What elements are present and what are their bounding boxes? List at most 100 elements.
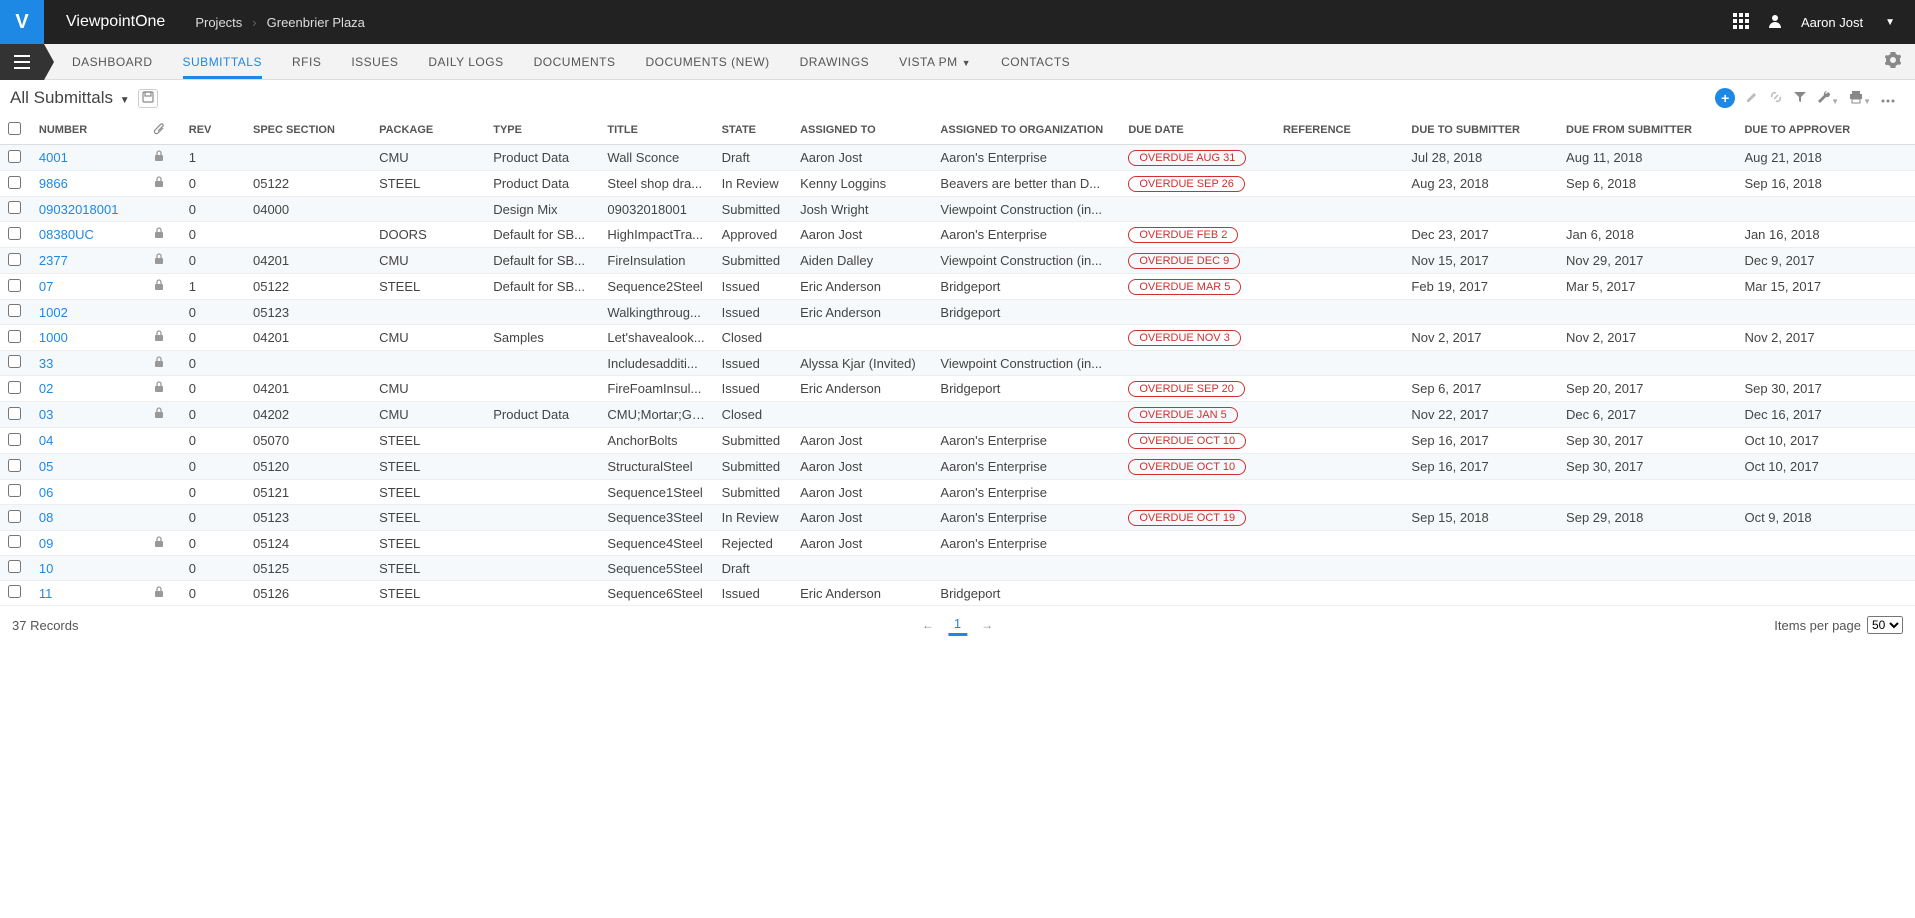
- table-row[interactable]: 06005121STEELSequence1SteelSubmittedAaro…: [0, 480, 1915, 505]
- page-title[interactable]: All Submittals ▼: [10, 88, 130, 108]
- cell-number[interactable]: 4001: [31, 145, 145, 171]
- tab-vista-pm[interactable]: VISTA PM▼: [899, 45, 971, 79]
- table-row[interactable]: 09032018001004000Design Mix09032018001Su…: [0, 197, 1915, 222]
- breadcrumb-projects[interactable]: Projects: [195, 15, 242, 30]
- col-attachment[interactable]: [145, 116, 181, 145]
- col-due[interactable]: DUE DATE: [1120, 116, 1275, 145]
- link-icon[interactable]: [1769, 90, 1783, 107]
- apps-icon[interactable]: [1733, 13, 1749, 32]
- select-all-checkbox[interactable]: [8, 122, 21, 135]
- cell-number[interactable]: 09032018001: [31, 197, 145, 222]
- cell-number[interactable]: 03: [31, 402, 145, 428]
- cell-number[interactable]: 2377: [31, 248, 145, 274]
- chevron-down-icon[interactable]: ▼: [1885, 17, 1895, 28]
- cell-number[interactable]: 07: [31, 274, 145, 300]
- table-wrapper[interactable]: NUMBER REV SPEC SECTION PACKAGE TYPE TIT…: [0, 116, 1915, 606]
- gear-icon[interactable]: [1885, 52, 1901, 71]
- cell-number[interactable]: 02: [31, 376, 145, 402]
- table-row[interactable]: 10005125STEELSequence5SteelDraft: [0, 556, 1915, 581]
- table-row[interactable]: 1002005123Walkingthroug...IssuedEric And…: [0, 300, 1915, 325]
- col-number[interactable]: NUMBER: [31, 116, 145, 145]
- cell-number[interactable]: 11: [31, 581, 145, 606]
- table-row[interactable]: 02004201CMUFireFoamInsul...IssuedEric An…: [0, 376, 1915, 402]
- row-checkbox[interactable]: [8, 201, 21, 214]
- table-row[interactable]: 2377004201CMUDefault for SB...FireInsula…: [0, 248, 1915, 274]
- row-checkbox[interactable]: [8, 176, 21, 189]
- row-checkbox[interactable]: [8, 150, 21, 163]
- table-row[interactable]: 04005070STEELAnchorBoltsSubmittedAaron J…: [0, 428, 1915, 454]
- row-checkbox[interactable]: [8, 330, 21, 343]
- col-state[interactable]: STATE: [714, 116, 793, 145]
- row-checkbox[interactable]: [8, 459, 21, 472]
- tab-rfis[interactable]: RFIS: [292, 45, 321, 79]
- table-row[interactable]: 07105122STEELDefault for SB...Sequence2S…: [0, 274, 1915, 300]
- table-row[interactable]: 11005126STEELSequence6SteelIssuedEric An…: [0, 581, 1915, 606]
- col-spec[interactable]: SPEC SECTION: [245, 116, 371, 145]
- cell-number[interactable]: 08380UC: [31, 222, 145, 248]
- col-due-to-approver[interactable]: DUE TO APPROVER: [1736, 116, 1915, 145]
- prev-page-icon[interactable]: ←: [922, 618, 934, 632]
- table-row[interactable]: 05005120STEELStructuralSteelSubmittedAar…: [0, 454, 1915, 480]
- tab-documents[interactable]: DOCUMENTS: [534, 45, 616, 79]
- row-checkbox[interactable]: [8, 585, 21, 598]
- row-checkbox[interactable]: [8, 253, 21, 266]
- col-package[interactable]: PACKAGE: [371, 116, 485, 145]
- cell-number[interactable]: 1002: [31, 300, 145, 325]
- row-checkbox[interactable]: [8, 510, 21, 523]
- cell-number[interactable]: 10: [31, 556, 145, 581]
- cell-number[interactable]: 06: [31, 480, 145, 505]
- col-due-from-submitter[interactable]: DUE FROM SUBMITTER: [1558, 116, 1736, 145]
- table-row[interactable]: 40011CMUProduct DataWall SconceDraftAaro…: [0, 145, 1915, 171]
- edit-icon[interactable]: [1745, 90, 1759, 107]
- table-row[interactable]: 9866005122STEELProduct DataSteel shop dr…: [0, 171, 1915, 197]
- wrench-icon[interactable]: ▼: [1817, 90, 1839, 107]
- row-checkbox[interactable]: [8, 484, 21, 497]
- tab-issues[interactable]: ISSUES: [351, 45, 398, 79]
- table-row[interactable]: 09005124STEELSequence4SteelRejectedAaron…: [0, 531, 1915, 556]
- row-checkbox[interactable]: [8, 304, 21, 317]
- cell-number[interactable]: 33: [31, 351, 145, 376]
- username[interactable]: Aaron Jost: [1801, 15, 1863, 30]
- col-checkbox[interactable]: [0, 116, 31, 145]
- row-checkbox[interactable]: [8, 381, 21, 394]
- col-org[interactable]: ASSIGNED TO ORGANIZATION: [932, 116, 1120, 145]
- col-type[interactable]: TYPE: [485, 116, 599, 145]
- row-checkbox[interactable]: [8, 227, 21, 240]
- tab-documents-new-[interactable]: DOCUMENTS (NEW): [645, 45, 769, 79]
- page-number[interactable]: 1: [948, 614, 967, 636]
- filter-icon[interactable]: [1793, 90, 1807, 107]
- tab-dashboard[interactable]: DASHBOARD: [72, 45, 153, 79]
- menu-button[interactable]: [0, 44, 44, 80]
- table-row[interactable]: 03004202CMUProduct DataCMU;Mortar;Gr...C…: [0, 402, 1915, 428]
- cell-number[interactable]: 9866: [31, 171, 145, 197]
- tab-daily-logs[interactable]: DAILY LOGS: [428, 45, 503, 79]
- print-icon[interactable]: ▼: [1849, 90, 1871, 107]
- table-row[interactable]: 330Includesadditi...IssuedAlyssa Kjar (I…: [0, 351, 1915, 376]
- row-checkbox[interactable]: [8, 355, 21, 368]
- breadcrumb-project[interactable]: Greenbrier Plaza: [267, 15, 365, 30]
- row-checkbox[interactable]: [8, 560, 21, 573]
- cell-number[interactable]: 05: [31, 454, 145, 480]
- row-checkbox[interactable]: [8, 433, 21, 446]
- logo[interactable]: V: [0, 0, 44, 44]
- table-row[interactable]: 08005123STEELSequence3SteelIn ReviewAaro…: [0, 505, 1915, 531]
- save-view-icon[interactable]: [138, 89, 158, 108]
- row-checkbox[interactable]: [8, 535, 21, 548]
- col-ref[interactable]: REFERENCE: [1275, 116, 1403, 145]
- cell-number[interactable]: 1000: [31, 325, 145, 351]
- col-title[interactable]: TITLE: [599, 116, 713, 145]
- tab-contacts[interactable]: CONTACTS: [1001, 45, 1070, 79]
- row-checkbox[interactable]: [8, 407, 21, 420]
- cell-number[interactable]: 08: [31, 505, 145, 531]
- add-button[interactable]: +: [1715, 88, 1735, 108]
- row-checkbox[interactable]: [8, 279, 21, 292]
- col-due-to-submitter[interactable]: DUE TO SUBMITTER: [1403, 116, 1558, 145]
- cell-number[interactable]: 09: [31, 531, 145, 556]
- tab-submittals[interactable]: SUBMITTALS: [183, 45, 262, 79]
- more-icon[interactable]: [1881, 91, 1895, 106]
- col-rev[interactable]: REV: [181, 116, 245, 145]
- cell-number[interactable]: 04: [31, 428, 145, 454]
- table-row[interactable]: 08380UC0DOORSDefault for SB...HighImpact…: [0, 222, 1915, 248]
- tab-drawings[interactable]: DRAWINGS: [800, 45, 870, 79]
- next-page-icon[interactable]: →: [981, 618, 993, 632]
